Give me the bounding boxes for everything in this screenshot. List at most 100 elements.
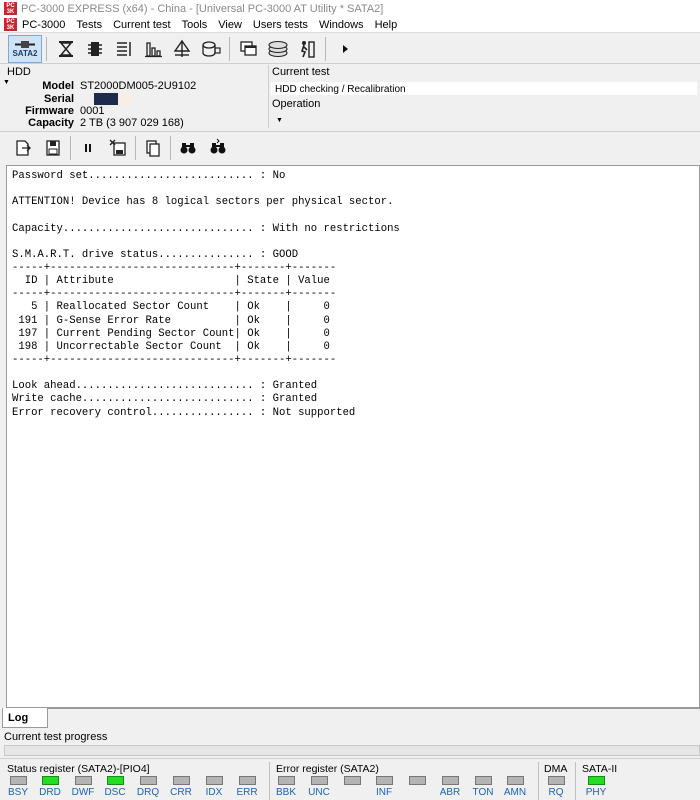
chip-tool-button[interactable]	[80, 35, 109, 63]
flag-label: DRD	[39, 787, 61, 798]
capacity-key: Capacity	[28, 117, 74, 129]
register-flag-err: ERR	[233, 776, 261, 799]
list-icon	[116, 41, 131, 56]
serial-redaction	[94, 93, 118, 106]
status-led	[9, 776, 27, 785]
toolbar-separator	[135, 136, 136, 160]
hourglass-icon	[58, 40, 73, 57]
menu-current-test[interactable]: Current test	[113, 19, 170, 31]
document-export-icon	[16, 140, 31, 156]
copy-windows-tool-button[interactable]	[234, 35, 263, 63]
hourglass-tool-button[interactable]	[51, 35, 80, 63]
current-test-value: HDD checking / Recalibration	[270, 81, 698, 96]
register-flag-ton: TON	[469, 776, 497, 799]
find-button[interactable]	[175, 135, 201, 161]
current-test-label: Current test	[272, 66, 330, 78]
current-test-progress-bar	[4, 745, 700, 756]
hdd-model-row: Model ST2000DM005-2U9102	[0, 80, 266, 93]
platters-tool-button[interactable]	[263, 35, 292, 63]
log-export-button[interactable]	[10, 135, 36, 161]
operation-chevron-down-icon[interactable]: ▼	[276, 117, 283, 124]
hdd-capacity-row: Capacity 2 TB (3 907 029 168)	[0, 117, 266, 130]
operation-label: Operation	[272, 98, 321, 110]
tab-strip-line	[48, 708, 700, 709]
bar-chart-tool-button[interactable]	[138, 35, 167, 63]
register-flag-abr: ABR	[436, 776, 464, 799]
status-led	[205, 776, 223, 785]
log-lines: Password set.......................... :…	[12, 170, 694, 420]
toolbar-separator	[325, 36, 326, 61]
register-flag-dwf: DWF	[69, 776, 97, 799]
platters-icon	[267, 40, 288, 57]
log-line: 197 | Current Pending Sector Count| Ok |…	[12, 327, 330, 340]
window-title: PC-3000 EXPRESS (x64) - China - [Univers…	[21, 2, 384, 15]
register-flag-idx: IDX	[200, 776, 228, 799]
flag-label: DRQ	[136, 787, 160, 798]
clear-log-button[interactable]	[105, 135, 131, 161]
status-led	[277, 776, 295, 785]
status-led	[106, 776, 124, 785]
run-button[interactable]	[330, 35, 359, 63]
menu-help[interactable]: Help	[375, 19, 398, 31]
hdd-info-panel: HDD ▼ Model ST2000DM005-2U9102 Serial Fi…	[0, 65, 266, 130]
progress-label: Current test progress	[4, 731, 108, 743]
tab-log[interactable]: Log	[2, 708, 48, 728]
status-led	[375, 776, 393, 785]
log-line: Capacity.............................. :…	[12, 222, 400, 235]
flag-label: BSY	[7, 787, 28, 798]
model-value: ST2000DM005-2U9102	[80, 80, 197, 92]
log-line: ID | Attribute | State | Value	[12, 275, 330, 288]
sata2-label: SATA2	[12, 48, 38, 58]
log-line: ATTENTION! Device has 8 logical sectors …	[12, 196, 394, 209]
menu-users-tests[interactable]: Users tests	[253, 19, 308, 31]
current-test-panel: Current test HDD checking / Recalibratio…	[268, 65, 700, 130]
log-line: Error recovery control................ :…	[12, 406, 356, 419]
register-flag-rq: RQ	[542, 776, 570, 799]
status-register-title: Status register (SATA2)-[PIO4]	[7, 763, 150, 775]
toolbar-separator	[46, 36, 47, 61]
status-led	[474, 776, 492, 785]
status-led	[139, 776, 157, 785]
capacity-value: 2 TB (3 907 029 168)	[80, 117, 184, 129]
menu-view[interactable]: View	[218, 19, 242, 31]
menu-pc3000[interactable]: PC-3000	[22, 19, 65, 31]
copy-log-button[interactable]	[140, 135, 166, 161]
flag-label: BBK	[275, 787, 296, 798]
register-flag-blank	[403, 776, 431, 799]
flag-label: DSC	[104, 787, 126, 798]
log-line: -----+-----------------------------+----…	[12, 353, 337, 366]
toolbar-separator	[229, 36, 230, 61]
error-register-title: Error register (SATA2)	[276, 763, 379, 775]
delete-document-icon	[109, 139, 126, 156]
list-tool-button[interactable]	[109, 35, 138, 63]
register-flag-unc: UNC	[305, 776, 333, 799]
menu-tools[interactable]: Tools	[182, 19, 208, 31]
user-door-icon	[300, 40, 315, 58]
drive-head-icon	[173, 39, 190, 57]
flag-label: AMN	[503, 787, 527, 798]
drive-head-tool-button[interactable]	[167, 35, 196, 63]
menu-app-icon[interactable]: PC 3K	[4, 18, 17, 31]
status-led	[172, 776, 190, 785]
pause-icon	[85, 144, 91, 152]
toolbar-separator	[70, 136, 71, 160]
register-status-area: Status register (SATA2)-[PIO4] Error reg…	[0, 758, 700, 800]
user-door-tool-button[interactable]	[292, 35, 321, 63]
register-divider	[538, 762, 539, 800]
menu-tests[interactable]: Tests	[76, 19, 102, 31]
pause-button[interactable]	[75, 135, 101, 161]
status-led	[441, 776, 459, 785]
chip-icon	[87, 41, 102, 56]
log-output[interactable]: Password set.......................... :…	[6, 165, 700, 708]
log-line: Look ahead............................ :…	[12, 380, 318, 393]
sata2-port-button[interactable]: SATA2	[8, 34, 42, 63]
flag-label: TON	[472, 787, 494, 798]
menu-windows[interactable]: Windows	[319, 19, 364, 31]
log-save-button[interactable]	[40, 135, 66, 161]
log-toolbar	[0, 131, 700, 164]
status-led	[238, 776, 256, 785]
disk-cylinder-tool-button[interactable]	[196, 35, 225, 63]
status-led	[41, 776, 59, 785]
find-next-button[interactable]	[205, 135, 231, 161]
